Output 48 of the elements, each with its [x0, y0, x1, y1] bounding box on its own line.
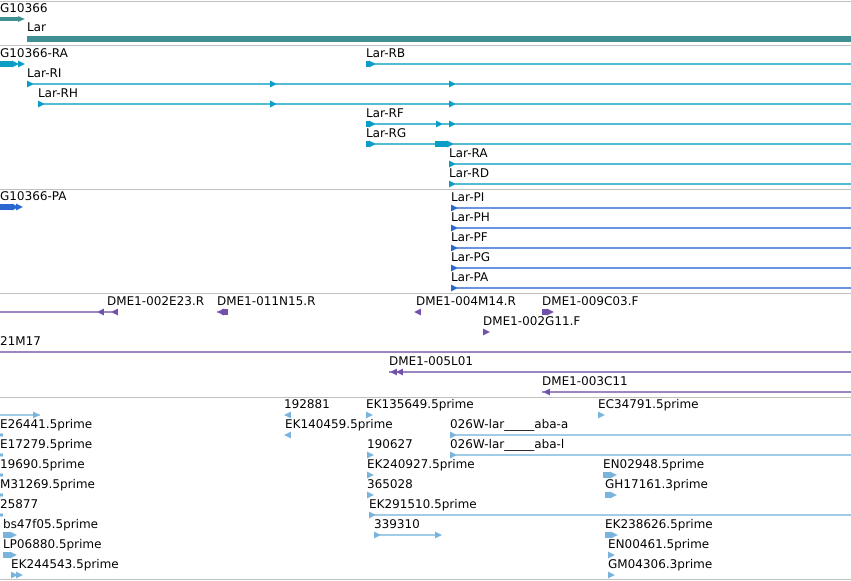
feature-label: EK240927.5prime — [367, 457, 475, 471]
feature-label: Lar-RF — [366, 106, 404, 120]
feature-label: EC34791.5prime — [598, 397, 699, 411]
feature-label: E26441.5prime — [0, 417, 92, 431]
feature-label: EK135649.5prime — [366, 397, 474, 411]
feature-label: LP06880.5prime — [3, 537, 102, 551]
feature-label: 339310 — [374, 517, 420, 531]
feature-label: Lar-RA — [449, 146, 488, 160]
feature-label: EK244543.5prime — [11, 557, 119, 571]
feature-label: 21M17 — [0, 334, 41, 348]
feature-label: DME1-003C11 — [542, 374, 628, 388]
feature-label: 026W-lar_____aba-l — [450, 437, 564, 451]
feature-label: Lar-PG — [451, 250, 490, 264]
feature-label: DME1-009C03.F — [542, 294, 638, 308]
feature-label: EK238626.5prime — [605, 517, 713, 531]
feature-label: GM04306.3prime — [608, 557, 712, 571]
feature-label: Lar — [27, 20, 46, 34]
feature-label: Lar-PF — [451, 230, 488, 244]
feature-label: 365028 — [367, 477, 413, 491]
feature-label: Lar-RD — [449, 166, 490, 180]
feature-label: Lar-PI — [451, 190, 484, 204]
feature-label: G10366 — [0, 1, 48, 15]
feature-label: 026W-lar_____aba-a — [450, 417, 568, 431]
feature-label: EN02948.5prime — [603, 457, 704, 471]
feature-label: DME1-002G11.F — [483, 314, 580, 328]
feature-label: G10366-PA — [0, 189, 66, 203]
feature-label: EK291510.5prime — [369, 497, 477, 511]
feature-label: DME1-005L01 — [389, 354, 473, 368]
feature-label: Lar-PA — [451, 270, 488, 284]
feature-label: Lar-RI — [27, 66, 62, 80]
feature-label: 190627 — [367, 437, 413, 451]
feature-label: EK140459.5prime — [285, 417, 393, 431]
feature-label: Lar-RB — [366, 46, 406, 60]
feature-label: DME1-011N15.R — [217, 294, 316, 308]
feature-label: EN00461.5prime — [608, 537, 710, 551]
feature-label: Lar-PH — [451, 210, 490, 224]
feature-label: 19690.5prime — [0, 457, 85, 471]
feature-label: 192881 — [284, 397, 330, 411]
feature-label: bs47f05.5prime — [3, 517, 98, 531]
feature-label: 25877 — [0, 497, 38, 511]
feature-label: Lar-RG — [366, 126, 406, 140]
feature-label: M31269.5prime — [0, 477, 95, 491]
feature-label: DME1-004M14.R — [416, 294, 516, 308]
feature-label: Lar-RH — [38, 86, 78, 100]
feature-label: E17279.5prime — [0, 437, 92, 451]
feature-label: G10366-RA — [0, 46, 68, 60]
feature-label: DME1-002E23.R — [107, 294, 204, 308]
feature-label: GH17161.3prime — [605, 477, 708, 491]
